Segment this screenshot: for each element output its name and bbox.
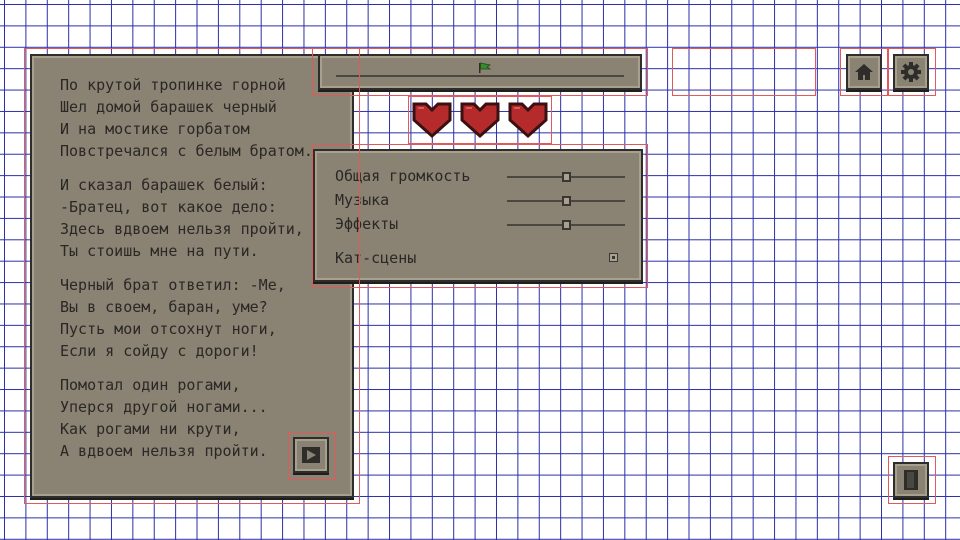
play-button[interactable] [293, 437, 329, 473]
heart-icon [506, 98, 550, 140]
effects-volume-label: Эффекты [335, 215, 399, 233]
poem-line: Черный брат ответил: -Ме, [60, 276, 286, 294]
cutscenes-label: Кат-сцены [335, 249, 417, 267]
heart-icon [410, 98, 454, 140]
poem-line: Шел домой барашек черный [60, 98, 277, 116]
flag-icon [479, 62, 492, 73]
settings-panel: Общая громкость Музыка Эффекты Кат-сцены [313, 149, 643, 282]
master-volume-label: Общая громкость [335, 167, 471, 185]
settings-button[interactable] [893, 54, 929, 90]
poem-panel: По крутой тропинке горной Шел домой бара… [30, 54, 354, 498]
home-icon [855, 64, 873, 80]
book-icon [904, 470, 918, 490]
poem-line: И на мостике горбатом [60, 120, 250, 138]
poem-line: Если я сойду с дороги! [60, 342, 259, 360]
music-volume-label: Музыка [335, 191, 390, 209]
poem-stanza-4: Помотал один рогами, Уперся другой ногам… [60, 374, 313, 462]
poem-line: Уперся другой ногами... [60, 398, 268, 416]
home-button[interactable] [846, 54, 882, 90]
poem-line: Здесь вдвоем нельзя пройти, [60, 220, 304, 238]
journal-button[interactable] [893, 462, 929, 498]
poem-line: И сказал барашек белый: [60, 176, 268, 194]
poem-line: Пусть мои отсохнут ноги, [60, 320, 277, 338]
poem-line: Вы в своем, баран, уме? [60, 298, 268, 316]
cutscenes-checkbox[interactable] [609, 253, 618, 262]
master-volume-slider[interactable] [507, 172, 625, 182]
gear-icon [901, 62, 921, 82]
poem-line: Ты стоишь мне на пути. [60, 242, 259, 260]
poem-line: Помотал один рогами, [60, 376, 241, 394]
slider-knob[interactable] [562, 172, 571, 182]
effects-volume-slider[interactable] [507, 220, 625, 230]
poem-line: Как рогами ни крути, [60, 420, 241, 438]
poem-line: -Братец, вот какое дело: [60, 198, 277, 216]
heart-icon [458, 98, 502, 140]
poem-stanza-2: И сказал барашек белый: -Братец, вот как… [60, 174, 313, 262]
play-icon [302, 447, 320, 463]
poem-stanza-3: Черный брат ответил: -Ме, Вы в своем, ба… [60, 274, 313, 362]
poem-stanza-1: По крутой тропинке горной Шел домой бара… [60, 74, 313, 162]
poem-line: А вдвоем нельзя пройти. [60, 442, 268, 460]
music-volume-slider[interactable] [507, 196, 625, 206]
poem-line: По крутой тропинке горной [60, 76, 286, 94]
level-progress-bar [318, 54, 642, 90]
progress-track [336, 75, 624, 77]
slider-knob[interactable] [562, 220, 571, 230]
debug-outline [672, 48, 816, 96]
poem-text: По крутой тропинке горной Шел домой бара… [60, 74, 313, 474]
slider-knob[interactable] [562, 196, 571, 206]
poem-line: Повстречался с белым братом. [60, 142, 313, 160]
